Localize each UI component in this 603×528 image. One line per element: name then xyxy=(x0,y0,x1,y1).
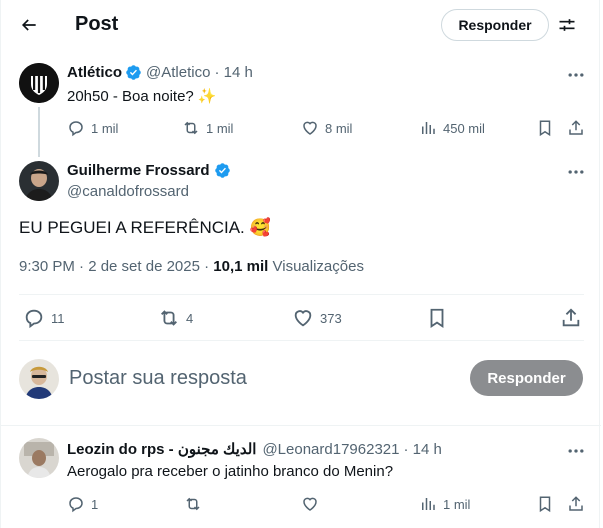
share-icon[interactable] xyxy=(567,495,585,513)
more-options-icon[interactable] xyxy=(566,162,586,182)
post-timestamp[interactable]: 9:30 PM · 2 de set de 2025 xyxy=(19,258,200,275)
repost-icon xyxy=(182,119,200,137)
main-post-text: EU PEGUEI A REFERÊNCIA. 🥰 xyxy=(19,218,271,237)
reply-icon xyxy=(23,307,45,329)
views-action[interactable]: 1 mil xyxy=(419,495,470,513)
views-count: 450 mil xyxy=(443,120,485,136)
bookmark-icon[interactable] xyxy=(536,119,554,137)
like-action[interactable]: 373 xyxy=(292,307,342,329)
meta-separator: · xyxy=(204,258,210,275)
repost-count: 4 xyxy=(186,310,194,326)
divider xyxy=(19,340,584,341)
main-author-name[interactable]: Guilherme Frossard xyxy=(67,162,210,179)
header-reply-button[interactable]: Responder xyxy=(441,9,549,41)
compose-reply-button[interactable]: Responder xyxy=(470,360,583,396)
repost-action[interactable]: 4 xyxy=(158,307,193,329)
parent-author-handle[interactable]: @Atletico xyxy=(146,64,210,81)
reply-compose-input[interactable]: Postar sua resposta xyxy=(69,367,247,390)
page-title: Post xyxy=(75,13,119,35)
views-total: 10,1 mil xyxy=(213,258,269,275)
reply-action[interactable]: 1 xyxy=(67,495,98,513)
reply-count: 1 xyxy=(91,496,99,512)
analytics-icon xyxy=(419,119,437,137)
heart-icon xyxy=(301,119,319,137)
share-icon[interactable] xyxy=(560,307,582,329)
parent-post-text: 20h50 - Boa noite? ✨ xyxy=(67,88,217,105)
reply-action[interactable]: 11 xyxy=(23,307,65,329)
back-arrow-icon[interactable] xyxy=(19,15,39,35)
parent-post-header: Atlético @Atletico · 14 h xyxy=(67,64,253,81)
atletico-avatar[interactable] xyxy=(19,63,59,103)
reply-post-header: Leozin do rps - الديك مجنون @Leonard1796… xyxy=(67,440,442,459)
user-avatar[interactable] xyxy=(19,359,59,399)
repost-count: 1 mil xyxy=(206,120,234,136)
reply-post-time[interactable]: · 14 h xyxy=(403,441,441,458)
reply-icon xyxy=(67,119,85,137)
reply-author-handle[interactable]: @Leonard17962321 xyxy=(262,441,399,458)
post-page: Post Responder Atlético @Atletico · 14 h… xyxy=(0,0,601,528)
repost-icon xyxy=(158,307,180,329)
more-options-icon[interactable] xyxy=(566,65,586,85)
parent-post-time[interactable]: · 14 h xyxy=(214,64,252,81)
heart-icon xyxy=(292,307,314,329)
thread-connector-line xyxy=(38,107,40,157)
verified-badge-icon xyxy=(214,162,231,179)
repost-action[interactable]: 1 mil xyxy=(182,119,233,137)
reply-icon xyxy=(67,495,85,513)
parent-author-name[interactable]: Atlético xyxy=(67,64,122,81)
frossard-avatar[interactable] xyxy=(19,161,59,201)
verified-badge-icon xyxy=(125,64,142,81)
repost-icon xyxy=(184,495,202,513)
more-options-icon[interactable] xyxy=(566,441,586,461)
repost-action[interactable] xyxy=(184,495,208,513)
divider xyxy=(1,425,601,426)
divider xyxy=(19,294,584,295)
reply-action[interactable]: 1 mil xyxy=(67,119,118,137)
heart-icon xyxy=(301,495,319,513)
share-icon[interactable] xyxy=(567,119,585,137)
like-action[interactable]: 8 mil xyxy=(301,119,352,137)
leozin-avatar[interactable] xyxy=(19,438,59,478)
bookmark-icon[interactable] xyxy=(536,495,554,513)
reply-author-name[interactable]: Leozin do rps - الديك مجنون xyxy=(67,440,256,458)
main-post-header: Guilherme Frossard xyxy=(67,162,231,179)
like-count: 373 xyxy=(320,310,342,326)
like-count: 8 mil xyxy=(325,120,353,136)
views-count: 1 mil xyxy=(443,496,471,512)
filter-settings-icon[interactable] xyxy=(557,15,577,35)
main-author-handle[interactable]: @canaldofrossard xyxy=(67,183,189,200)
views-action[interactable]: 450 mil xyxy=(419,119,485,137)
views-label: Visualizações xyxy=(272,258,364,275)
post-metadata: 9:30 PM · 2 de set de 2025 · 10,1 mil Vi… xyxy=(19,258,364,275)
bookmark-icon[interactable] xyxy=(426,307,448,329)
reply-count: 1 mil xyxy=(91,120,119,136)
analytics-icon xyxy=(419,495,437,513)
reply-post-text: Aerogalo pra receber o jatinho branco do… xyxy=(67,463,394,480)
like-action[interactable] xyxy=(301,495,325,513)
reply-count: 11 xyxy=(51,310,65,326)
